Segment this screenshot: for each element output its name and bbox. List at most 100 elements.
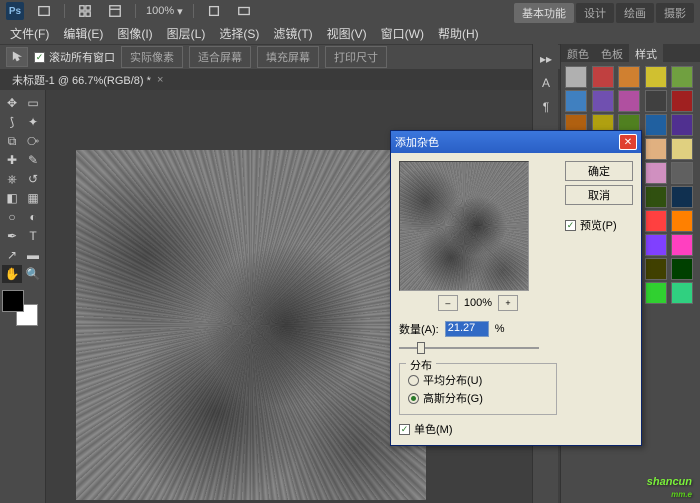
print-size-button[interactable]: 打印尺寸 bbox=[325, 46, 387, 68]
history-panel-icon[interactable]: ▸▸ bbox=[535, 48, 557, 70]
preview-check[interactable]: ✓预览(P) bbox=[565, 217, 633, 233]
gradient-tool[interactable]: ▦ bbox=[23, 189, 43, 207]
zoom-dropdown[interactable]: 100%▾ bbox=[146, 5, 183, 18]
style-swatch[interactable] bbox=[645, 66, 667, 88]
menu-layer[interactable]: 图层(L) bbox=[161, 23, 212, 44]
style-swatch[interactable] bbox=[645, 162, 667, 184]
style-swatch[interactable] bbox=[671, 90, 693, 112]
panel-tab-color[interactable]: 颜色 bbox=[561, 44, 595, 62]
menu-edit[interactable]: 编辑(E) bbox=[57, 23, 109, 44]
style-swatch[interactable] bbox=[592, 66, 614, 88]
style-swatch[interactable] bbox=[671, 186, 693, 208]
workspace-tab[interactable]: 基本功能 bbox=[514, 3, 574, 23]
character-panel-icon[interactable]: A bbox=[535, 72, 557, 94]
menu-file[interactable]: 文件(F) bbox=[4, 23, 55, 44]
menu-image[interactable]: 图像(I) bbox=[111, 23, 158, 44]
dialog-titlebar[interactable]: 添加杂色 ✕ bbox=[391, 131, 641, 153]
extras-icon[interactable] bbox=[204, 3, 224, 19]
style-swatch[interactable] bbox=[671, 282, 693, 304]
style-swatch[interactable] bbox=[592, 90, 614, 112]
document-canvas[interactable] bbox=[76, 150, 426, 500]
foreground-color-swatch[interactable] bbox=[2, 290, 24, 312]
fill-screen-button[interactable]: 填充屏幕 bbox=[257, 46, 319, 68]
bridge-icon[interactable] bbox=[34, 3, 54, 19]
eyedropper-tool[interactable]: ⧂ bbox=[23, 132, 43, 150]
actual-pixels-button[interactable]: 实际像素 bbox=[121, 46, 183, 68]
style-swatch[interactable] bbox=[671, 114, 693, 136]
stamp-tool[interactable]: ⎈ bbox=[2, 170, 22, 188]
style-swatch[interactable] bbox=[645, 234, 667, 256]
marquee-tool[interactable]: ▭ bbox=[23, 94, 43, 112]
style-swatch[interactable] bbox=[671, 210, 693, 232]
amount-input[interactable]: 21.27 bbox=[445, 321, 489, 337]
paragraph-panel-icon[interactable]: ¶ bbox=[535, 96, 557, 118]
add-noise-dialog: 添加杂色 ✕ – 100% + 数量(A): 21.27 % 分布 平均分布(U… bbox=[390, 130, 642, 446]
brush-tool[interactable]: ✎ bbox=[23, 151, 43, 169]
crop-tool[interactable]: ⧉ bbox=[2, 132, 22, 150]
ok-button[interactable]: 确定 bbox=[565, 161, 633, 181]
blur-tool[interactable]: ○ bbox=[2, 208, 22, 226]
cancel-button[interactable]: 取消 bbox=[565, 185, 633, 205]
style-swatch[interactable] bbox=[645, 138, 667, 160]
path-tool[interactable]: ↗ bbox=[2, 246, 22, 264]
workspace-tab[interactable]: 摄影 bbox=[656, 3, 694, 23]
workspace-tab[interactable]: 设计 bbox=[576, 3, 614, 23]
scroll-all-windows-check[interactable]: ✓滚动所有窗口 bbox=[34, 49, 115, 65]
workspace-tab[interactable]: 绘画 bbox=[616, 3, 654, 23]
doc-layout-icon[interactable] bbox=[105, 3, 125, 19]
style-swatch[interactable] bbox=[645, 282, 667, 304]
history-brush-tool[interactable]: ↺ bbox=[23, 170, 43, 188]
heal-tool[interactable]: ✚ bbox=[2, 151, 22, 169]
style-swatch[interactable] bbox=[671, 162, 693, 184]
screen-mode-icon[interactable] bbox=[234, 3, 254, 19]
monochrome-check[interactable]: ✓单色(M) bbox=[399, 421, 557, 437]
dialog-preview[interactable] bbox=[399, 161, 529, 291]
style-swatch[interactable] bbox=[671, 138, 693, 160]
type-tool[interactable]: T bbox=[23, 227, 43, 245]
menu-help[interactable]: 帮助(H) bbox=[432, 23, 485, 44]
amount-slider[interactable] bbox=[399, 339, 539, 357]
grid-view-icon[interactable] bbox=[75, 3, 95, 19]
fit-screen-button[interactable]: 适合屏幕 bbox=[189, 46, 251, 68]
zoom-percent: 100% bbox=[464, 297, 492, 309]
style-swatch[interactable] bbox=[645, 258, 667, 280]
zoom-tool[interactable]: 🔍 bbox=[23, 265, 43, 283]
style-swatch[interactable] bbox=[565, 66, 587, 88]
style-swatch[interactable] bbox=[565, 90, 587, 112]
wand-tool[interactable]: ✦ bbox=[23, 113, 43, 131]
style-swatch[interactable] bbox=[645, 210, 667, 232]
close-tab-icon[interactable]: × bbox=[157, 74, 163, 86]
style-swatch[interactable] bbox=[645, 90, 667, 112]
style-swatch[interactable] bbox=[671, 258, 693, 280]
style-swatch[interactable] bbox=[671, 234, 693, 256]
style-swatch[interactable] bbox=[645, 114, 667, 136]
current-tool-icon[interactable] bbox=[6, 47, 28, 67]
move-tool[interactable]: ✥ bbox=[2, 94, 22, 112]
document-tab[interactable]: 未标题-1 @ 66.7%(RGB/8) *× bbox=[4, 70, 171, 90]
dialog-close-button[interactable]: ✕ bbox=[619, 134, 637, 150]
lasso-tool[interactable]: ⟆ bbox=[2, 113, 22, 131]
color-swatches[interactable] bbox=[2, 290, 38, 326]
style-swatch[interactable] bbox=[618, 66, 640, 88]
slider-thumb[interactable] bbox=[417, 342, 425, 354]
panel-tab-swatches[interactable]: 色板 bbox=[595, 44, 629, 62]
menu-view[interactable]: 视图(V) bbox=[321, 23, 373, 44]
uniform-radio[interactable]: 平均分布(U) bbox=[408, 372, 548, 388]
zoom-in-button[interactable]: + bbox=[498, 295, 518, 311]
workspace-switcher: 基本功能 设计 绘画 摄影 bbox=[514, 3, 694, 23]
pen-tool[interactable]: ✒ bbox=[2, 227, 22, 245]
watermark: shancunmm.e bbox=[647, 469, 692, 499]
panel-tab-styles[interactable]: 样式 bbox=[629, 44, 663, 62]
menu-filter[interactable]: 滤镜(T) bbox=[267, 23, 318, 44]
eraser-tool[interactable]: ◧ bbox=[2, 189, 22, 207]
menu-window[interactable]: 窗口(W) bbox=[375, 23, 430, 44]
gaussian-radio[interactable]: 高斯分布(G) bbox=[408, 390, 548, 406]
dodge-tool[interactable]: ◐ bbox=[23, 208, 43, 226]
menu-select[interactable]: 选择(S) bbox=[213, 23, 265, 44]
zoom-out-button[interactable]: – bbox=[438, 295, 458, 311]
shape-tool[interactable]: ▬ bbox=[23, 246, 43, 264]
style-swatch[interactable] bbox=[618, 90, 640, 112]
hand-tool[interactable]: ✋ bbox=[2, 265, 22, 283]
style-swatch[interactable] bbox=[671, 66, 693, 88]
style-swatch[interactable] bbox=[645, 186, 667, 208]
